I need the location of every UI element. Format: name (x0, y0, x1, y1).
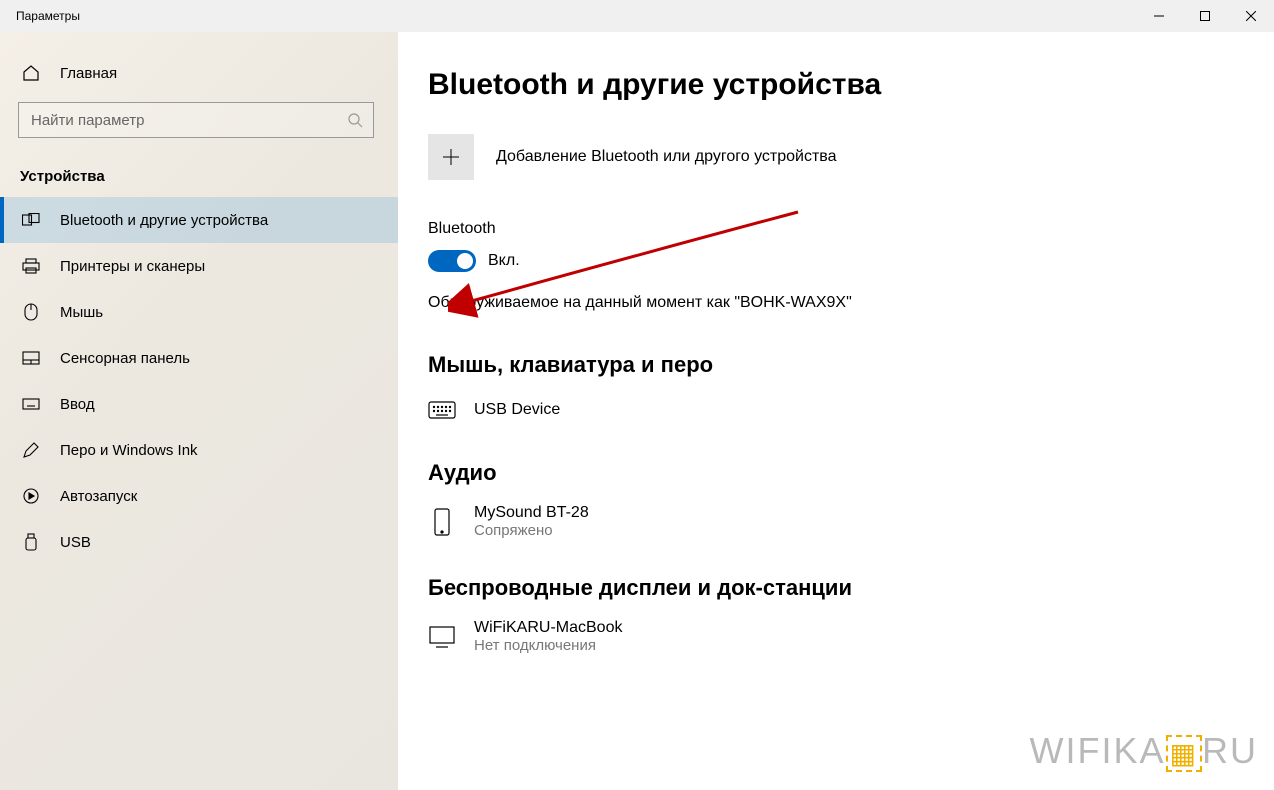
bluetooth-discoverable-text: Обнаруживаемое на данный момент как "BOH… (428, 294, 1244, 312)
bluetooth-heading: Bluetooth (428, 220, 1244, 238)
sidebar-item-label: Ввод (60, 396, 95, 413)
device-row[interactable]: MySound BT-28 Сопряжено (428, 504, 1244, 539)
sidebar-home[interactable]: Главная (0, 54, 398, 102)
keyboard-icon (22, 395, 40, 413)
search-icon (347, 112, 363, 128)
minimize-button[interactable] (1136, 0, 1182, 32)
sidebar-item-pen[interactable]: Перо и Windows Ink (0, 427, 398, 473)
search-input[interactable] (31, 112, 339, 129)
sidebar-item-autoplay[interactable]: Автозапуск (0, 473, 398, 519)
window-controls (1136, 0, 1274, 32)
window-title: Параметры (16, 9, 80, 23)
printer-icon (22, 257, 40, 275)
section-title-mkp: Мышь, клавиатура и перо (428, 352, 1244, 378)
search-box[interactable] (18, 102, 374, 138)
sidebar-item-typing[interactable]: Ввод (0, 381, 398, 427)
watermark-left: WIFIKA (1030, 730, 1166, 771)
sidebar-item-printers[interactable]: Принтеры и сканеры (0, 243, 398, 289)
home-icon (22, 64, 40, 82)
sidebar-item-label: Автозапуск (60, 488, 137, 505)
section-title-audio: Аудио (428, 460, 1244, 486)
sidebar-item-label: Сенсорная панель (60, 350, 190, 367)
main-content: Bluetooth и другие устройства Добавление… (398, 32, 1274, 790)
device-status: Нет подключения (474, 637, 622, 654)
sidebar-item-label: Принтеры и сканеры (60, 258, 205, 275)
monitor-device-icon (428, 623, 456, 651)
home-label: Главная (60, 65, 117, 82)
sidebar-section-header: Устройства (0, 156, 398, 197)
page-title: Bluetooth и другие устройства (428, 68, 1244, 102)
watermark-qr-icon: ▦ (1166, 735, 1202, 772)
sidebar-item-usb[interactable]: USB (0, 519, 398, 565)
section-title-wireless-displays: Беспроводные дисплеи и док-станции (428, 575, 1244, 601)
add-device-row[interactable]: Добавление Bluetooth или другого устройс… (428, 134, 1244, 180)
sidebar-item-bluetooth[interactable]: Bluetooth и другие устройства (0, 197, 398, 243)
maximize-button[interactable] (1182, 0, 1228, 32)
add-device-label: Добавление Bluetooth или другого устройс… (496, 148, 837, 166)
sidebar: Главная Устройства Bluetooth и другие ус… (0, 32, 398, 790)
bluetooth-toggle[interactable] (428, 250, 476, 272)
pen-icon (22, 441, 40, 459)
keyboard-device-icon (428, 396, 456, 424)
bluetooth-toggle-label: Вкл. (488, 252, 520, 270)
usb-icon (22, 533, 40, 551)
sidebar-item-label: Bluetooth и другие устройства (60, 212, 268, 229)
touchpad-icon (22, 349, 40, 367)
device-name: WiFiKARU-MacBook (474, 619, 622, 637)
add-device-tile[interactable] (428, 134, 474, 180)
phone-device-icon (428, 508, 456, 536)
device-row[interactable]: WiFiKARU-MacBook Нет подключения (428, 619, 1244, 654)
bluetooth-toggle-row: Вкл. (428, 250, 1244, 272)
device-status: Сопряжено (474, 522, 589, 539)
watermark-right: RU (1202, 730, 1258, 771)
titlebar: Параметры (0, 0, 1274, 32)
device-name: MySound BT-28 (474, 504, 589, 522)
sidebar-item-label: Мышь (60, 304, 103, 321)
device-name: USB Device (474, 401, 560, 419)
watermark: WIFIKA▦RU (1030, 730, 1258, 772)
autoplay-icon (22, 487, 40, 505)
sidebar-item-label: Перо и Windows Ink (60, 442, 198, 459)
sidebar-item-touchpad[interactable]: Сенсорная панель (0, 335, 398, 381)
device-row[interactable]: USB Device (428, 396, 1244, 424)
sidebar-item-mouse[interactable]: Мышь (0, 289, 398, 335)
devices-icon (22, 211, 40, 229)
sidebar-item-label: USB (60, 534, 91, 551)
mouse-icon (22, 303, 40, 321)
plus-icon (441, 147, 461, 167)
close-button[interactable] (1228, 0, 1274, 32)
